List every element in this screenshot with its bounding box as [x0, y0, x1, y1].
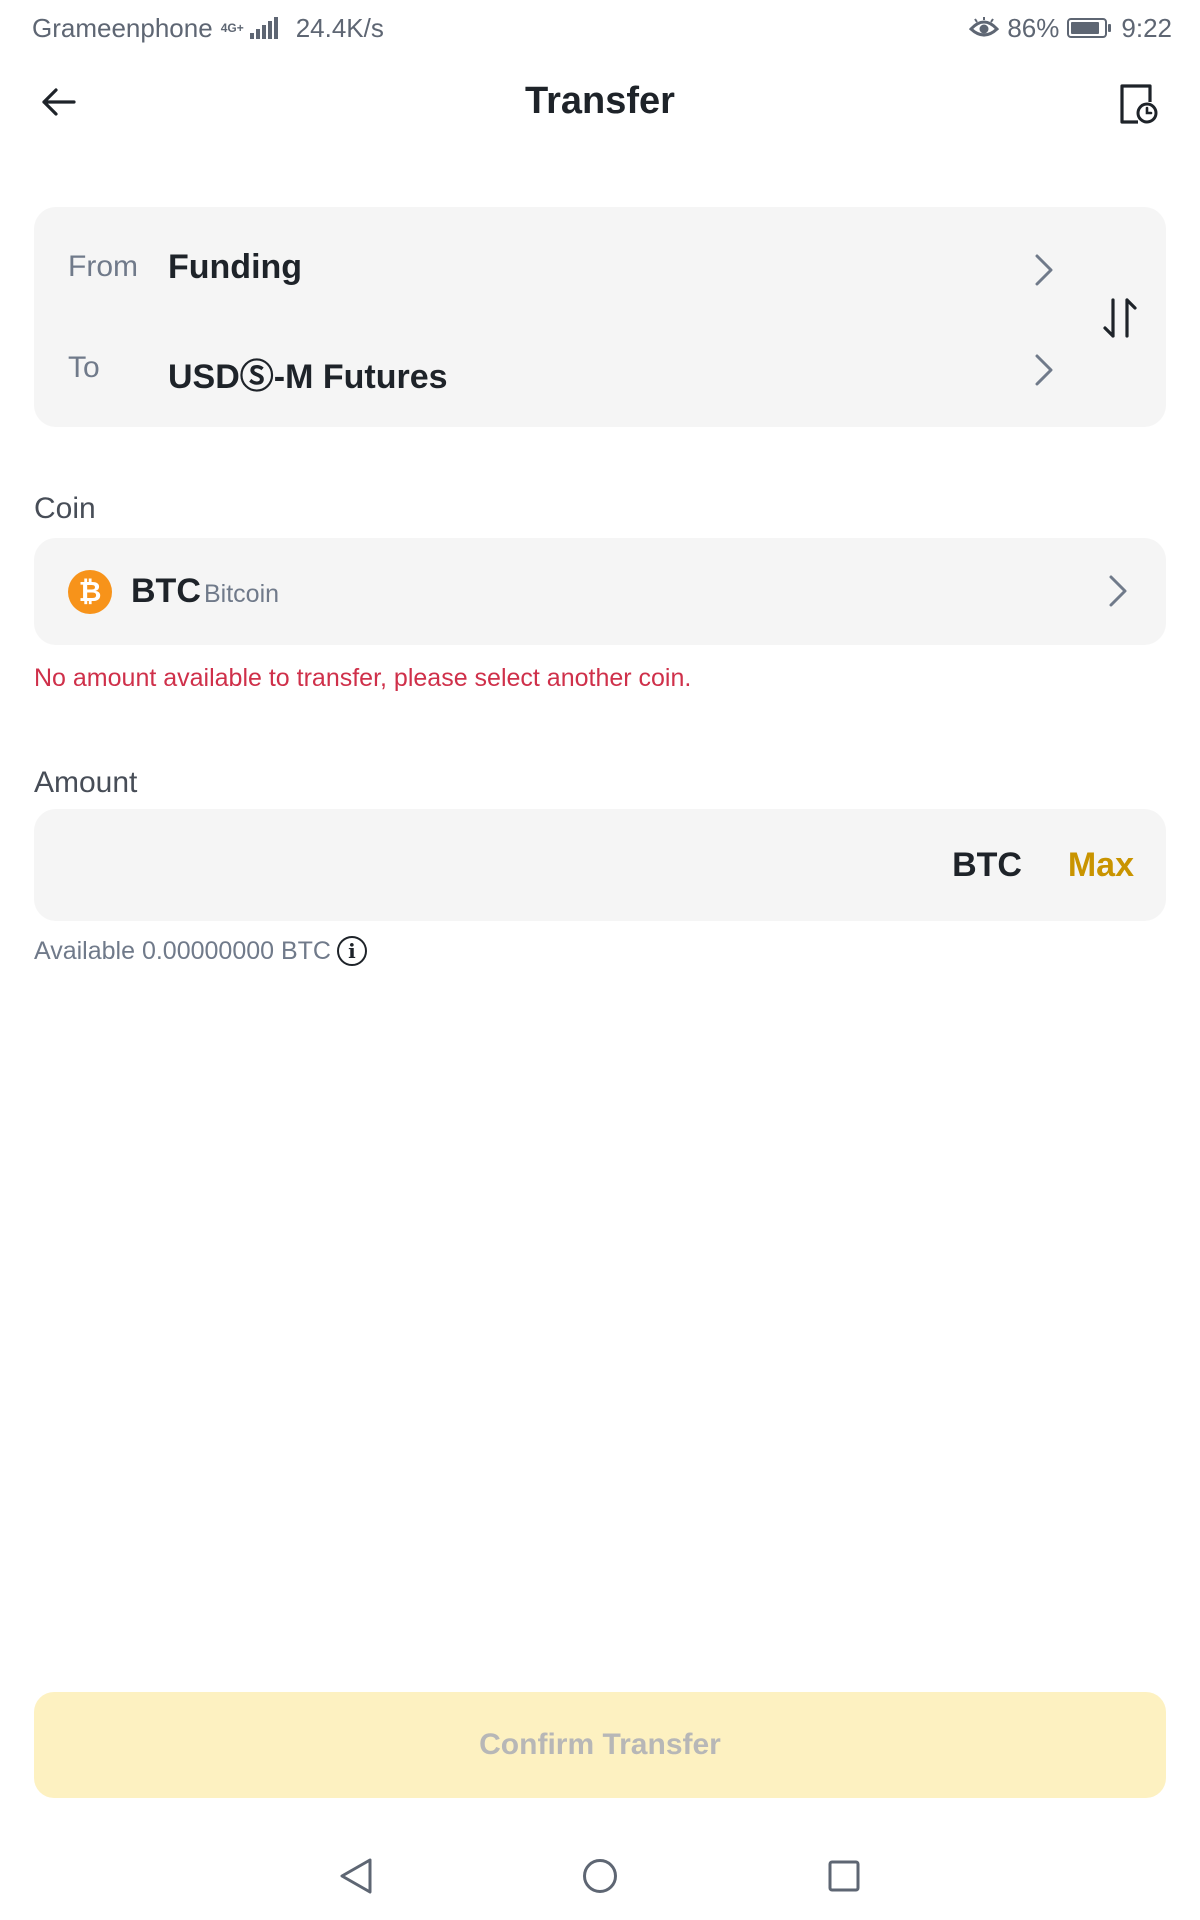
available-balance-text: Available 0.00000000 BTC [34, 936, 331, 965]
max-button[interactable]: Max [1068, 846, 1134, 885]
chevron-right-icon [1035, 254, 1053, 286]
history-button[interactable] [1116, 82, 1160, 126]
error-message: No amount available to transfer, please … [34, 664, 692, 692]
transfer-route-card: From Funding To USDⓈ-M Futures [34, 207, 1166, 427]
from-label: From [68, 250, 138, 283]
clock-time: 9:22 [1121, 12, 1172, 43]
network-speed: 24.4K/s [295, 12, 384, 43]
network-type: 4G+ [220, 21, 244, 35]
nav-back-icon[interactable] [338, 1856, 374, 1896]
coin-name: Bitcoin [204, 580, 280, 608]
to-label: To [68, 351, 100, 384]
to-account-selector[interactable]: To USDⓈ-M Futures [34, 317, 1074, 427]
to-account-value: USDⓈ-M Futures [168, 358, 448, 396]
bitcoin-icon: ₿ [68, 570, 112, 614]
from-account-selector[interactable]: From Funding [34, 207, 1074, 317]
chevron-right-icon [1035, 354, 1053, 386]
page-title: Transfer [525, 80, 675, 122]
from-account-value: Funding [168, 248, 303, 286]
status-bar-right: 86% 9:22 [969, 10, 1172, 46]
amount-input[interactable] [60, 820, 944, 912]
coin-section-label: Coin [34, 492, 96, 525]
signal-icon [249, 17, 278, 39]
available-balance: Available 0.00000000 BTC i [34, 936, 367, 966]
carrier-name: Grameenphone [32, 12, 213, 43]
swap-vertical-icon [1103, 298, 1137, 338]
nav-recent-apps-icon[interactable] [828, 1860, 860, 1892]
battery-icon [1067, 18, 1112, 38]
history-icon [1120, 84, 1158, 124]
confirm-transfer-button[interactable]: Confirm Transfer [34, 1692, 1166, 1798]
coin-symbol: BTC [131, 572, 201, 610]
amount-section-label: Amount [34, 766, 138, 799]
battery-percent: 86% [1007, 12, 1060, 43]
nav-home-icon[interactable] [582, 1858, 618, 1894]
status-bar-left: Grameenphone 4G+ 24.4K/s [32, 10, 384, 46]
swap-accounts-button[interactable] [1100, 296, 1140, 340]
amount-unit: BTC [952, 846, 1022, 884]
eye-comfort-icon [969, 17, 1000, 37]
info-icon[interactable]: i [336, 936, 367, 966]
chevron-right-icon [1109, 575, 1127, 607]
